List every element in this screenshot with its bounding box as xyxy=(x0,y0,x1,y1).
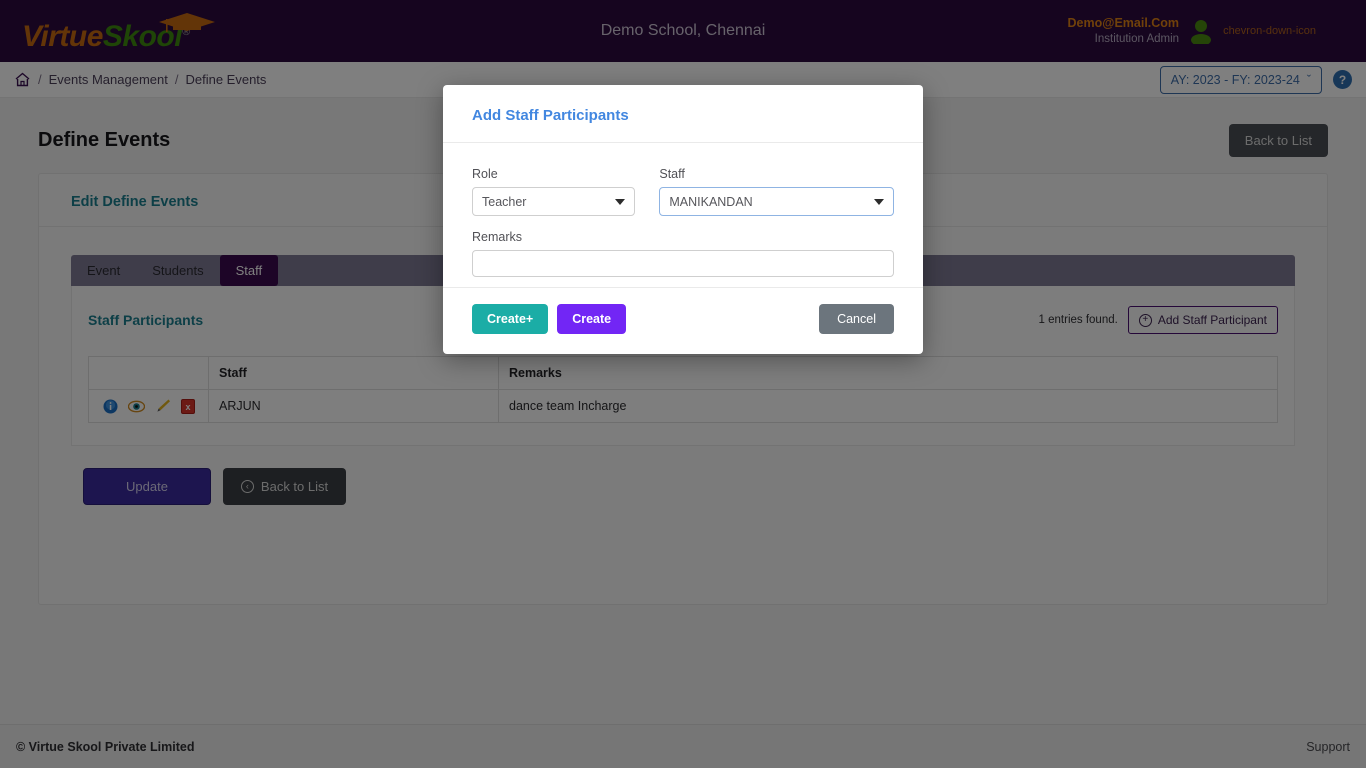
staff-label: Staff xyxy=(659,167,685,181)
add-staff-participants-modal: Add Staff Participants Role Teacher Staf… xyxy=(443,85,923,354)
remarks-label: Remarks xyxy=(472,230,523,244)
role-selected-value: Teacher xyxy=(482,194,527,209)
staff-select[interactable]: MANIKANDAN xyxy=(659,187,894,216)
chevron-down-icon xyxy=(874,198,884,205)
role-field: Role Teacher xyxy=(472,167,636,216)
chevron-down-icon xyxy=(615,198,626,205)
remarks-field: Remarks xyxy=(472,230,894,277)
modal-field-row: Role Teacher Staff MANIKANDAN xyxy=(472,167,894,216)
modal-body: Role Teacher Staff MANIKANDAN Remarks xyxy=(443,143,923,287)
role-label: Role xyxy=(472,167,498,181)
create-plus-button[interactable]: Create+ xyxy=(472,304,549,334)
cancel-button[interactable]: Cancel xyxy=(819,304,894,334)
staff-selected-value: MANIKANDAN xyxy=(669,194,753,209)
modal-footer: Create+ Create Cancel xyxy=(443,288,923,354)
remarks-input[interactable] xyxy=(472,250,894,277)
staff-field: Staff MANIKANDAN xyxy=(659,167,894,216)
modal-title: Add Staff Participants xyxy=(472,107,629,124)
modal-header: Add Staff Participants xyxy=(443,85,923,142)
role-select[interactable]: Teacher xyxy=(472,187,636,216)
create-button[interactable]: Create xyxy=(557,304,627,334)
